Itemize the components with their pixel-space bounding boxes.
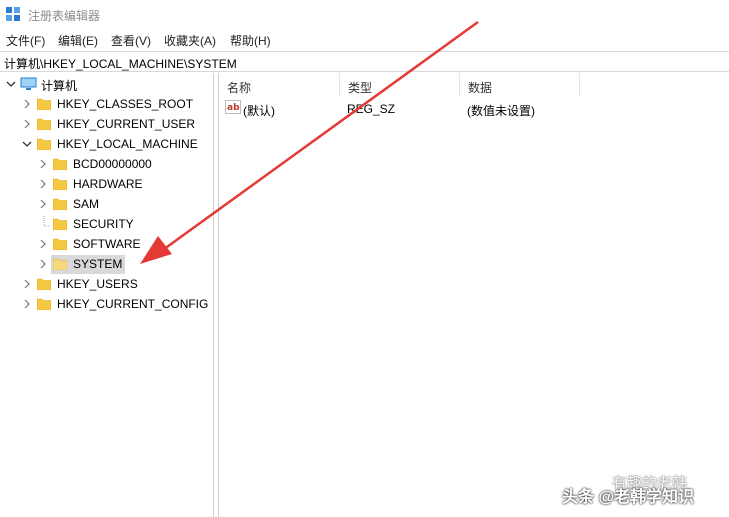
menu-help[interactable]: 帮助(H) [230,32,271,49]
folder-icon [53,218,67,230]
folder-icon [37,118,51,130]
registry-editor-icon [6,7,20,21]
tree-item-hkey-current-user[interactable]: HKEY_CURRENT_USER [57,117,195,131]
chevron-right-icon[interactable] [38,199,48,209]
folder-icon [53,158,67,170]
chevron-right-icon[interactable] [22,299,32,309]
address-path[interactable]: 计算机\HKEY_LOCAL_MACHINE\SYSTEM [4,55,237,72]
tree-connector-line [43,216,50,227]
tree-item-software[interactable]: SOFTWARE [73,237,141,251]
tree-item-security[interactable]: SECURITY [73,217,134,231]
folder-icon [53,178,67,190]
folder-open-icon [37,138,51,150]
value-name: (默认) [243,104,275,118]
tree-item-bcd[interactable]: BCD00000000 [73,157,152,171]
column-header-type[interactable]: 类型 [340,73,460,97]
tree-item-hardware[interactable]: HARDWARE [73,177,143,191]
menu-bar: 文件(F) 编辑(E) 查看(V) 收藏夹(A) 帮助(H) [0,29,729,50]
chevron-right-icon[interactable] [38,239,48,249]
address-bar[interactable]: 计算机\HKEY_LOCAL_MACHINE\SYSTEM [0,51,729,72]
column-header-data[interactable]: 数据 [460,73,580,97]
menu-view[interactable]: 查看(V) [111,32,151,49]
chevron-right-icon[interactable] [38,259,48,269]
folder-icon [37,98,51,110]
tree-item-computer[interactable]: 计算机 [41,77,77,94]
tree-item-hkey-classes-root[interactable]: HKEY_CLASSES_ROOT [57,97,193,111]
folder-icon [53,258,67,270]
menu-favorites[interactable]: 收藏夹(A) [164,32,216,49]
folder-icon [37,278,51,290]
list-row[interactable]: ab (默认) REG_SZ (数值未设置) [219,99,729,119]
chevron-right-icon[interactable] [38,179,48,189]
value-data: (数值未设置) [467,104,535,118]
title-bar: 注册表编辑器 [0,0,729,29]
chevron-down-icon[interactable] [22,139,32,149]
column-header-name[interactable]: 名称 [219,73,340,97]
computer-icon [20,77,37,90]
chevron-right-icon[interactable] [22,99,32,109]
chevron-down-icon[interactable] [6,79,16,89]
menu-file[interactable]: 文件(F) [6,32,45,49]
menu-edit[interactable]: 编辑(E) [58,32,98,49]
folder-icon [53,198,67,210]
watermark-line2: 头条 @老韩学知识 [562,489,695,506]
svg-text:ab: ab [227,103,240,113]
folder-icon [37,298,51,310]
tree-item-hkey-users[interactable]: HKEY_USERS [57,277,138,291]
tree-item-sam[interactable]: SAM [73,197,99,211]
values-list-pane[interactable]: 名称 类型 数据 ab (默认) REG_SZ (数值未设置) [219,73,729,517]
chevron-right-icon[interactable] [22,279,32,289]
chevron-right-icon[interactable] [38,159,48,169]
chevron-right-icon[interactable] [22,119,32,129]
tree-item-system[interactable]: SYSTEM [73,257,122,271]
ab-string-icon: ab [225,100,241,114]
folder-icon [53,238,67,250]
tree-item-hkey-current-config[interactable]: HKEY_CURRENT_CONFIG [57,297,208,311]
tree-item-hkey-local-machine[interactable]: HKEY_LOCAL_MACHINE [57,137,198,151]
window-title: 注册表编辑器 [28,9,101,23]
value-type: REG_SZ [347,102,396,116]
